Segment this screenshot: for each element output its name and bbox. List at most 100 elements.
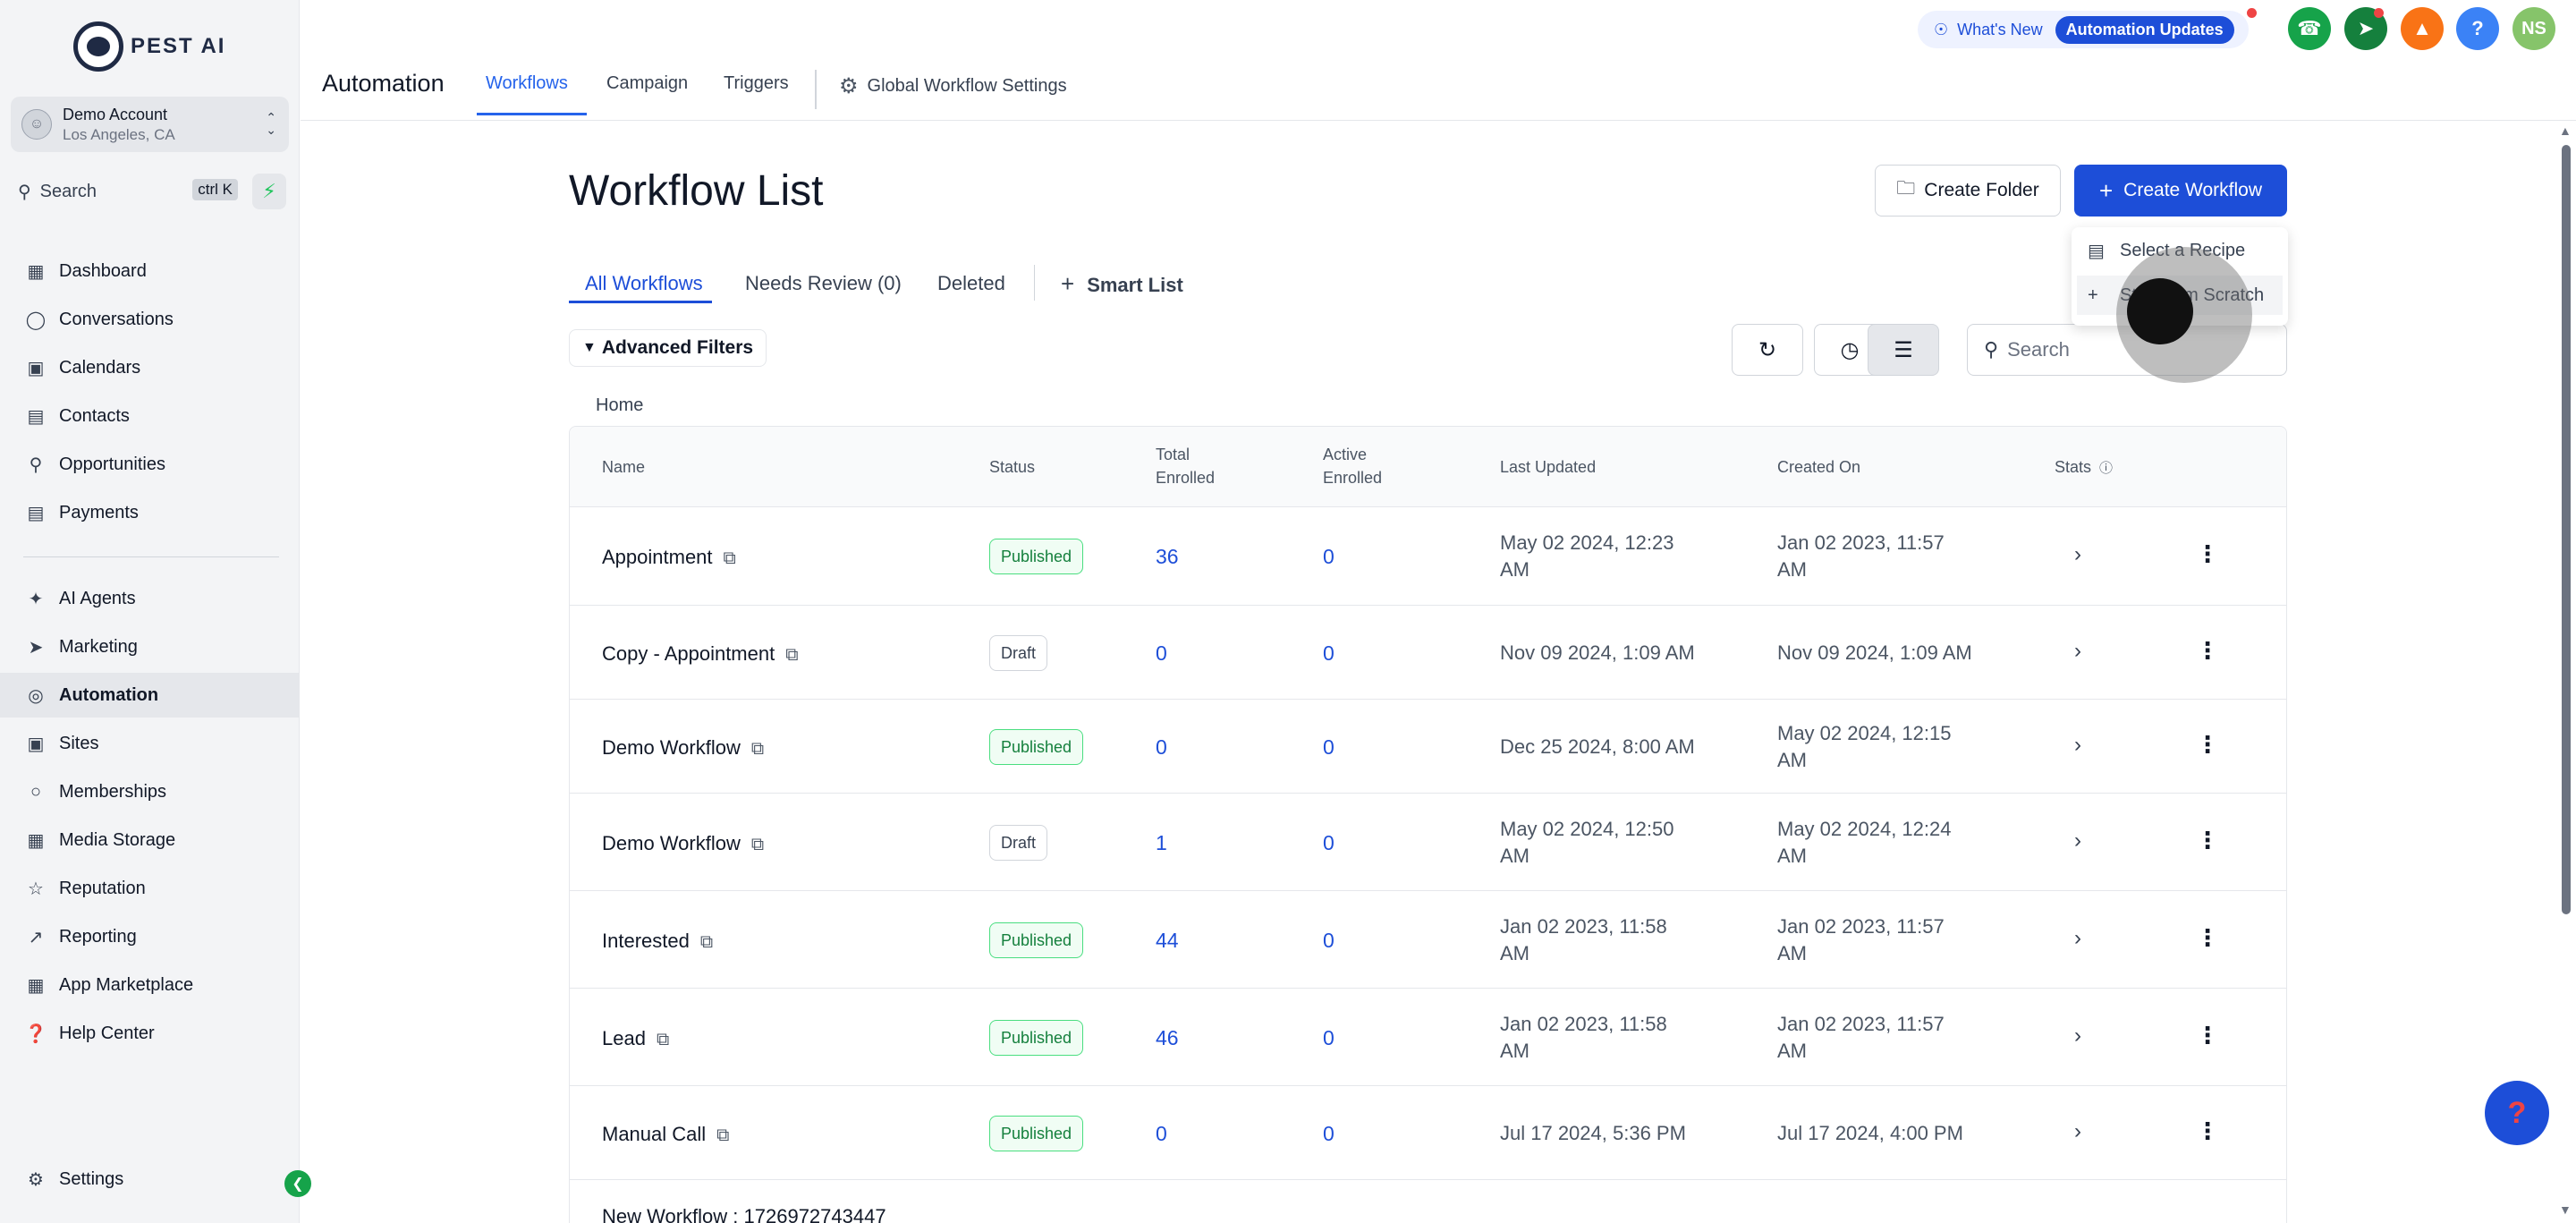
total-enrolled-value[interactable]: 46	[1156, 1024, 1179, 1051]
chevron-right-icon[interactable]: ›	[2074, 542, 2081, 567]
external-link-icon[interactable]: ⧉	[657, 1030, 669, 1049]
active-enrolled-value[interactable]: 0	[1323, 734, 1335, 760]
column-header-last-updated[interactable]: Last Updated	[1500, 455, 1596, 479]
external-link-icon[interactable]: ⧉	[716, 1125, 729, 1145]
sidebar-item-reputation[interactable]: ☆ Reputation	[0, 866, 300, 911]
more-options-icon[interactable]: ⋮	[2196, 731, 2219, 759]
table-row[interactable]: Demo Workflow ⧉ Draft 1 0 May 02 2024, 12:50 A…	[570, 794, 2286, 891]
tab-campaign[interactable]: Campaign	[606, 73, 688, 94]
whats-new-button[interactable]: ☉ What's New Automation Updates	[1918, 11, 2249, 48]
create-folder-button[interactable]: 🗀 Create Folder	[1875, 165, 2061, 217]
chevron-right-icon[interactable]: ›	[2074, 733, 2081, 758]
column-header-total-enrolled[interactable]: Total Enrolled	[1156, 443, 1236, 489]
workflow-name-link[interactable]: Lead ⧉	[602, 1025, 669, 1053]
subtab-deleted[interactable]: Deleted	[937, 272, 1005, 295]
sidebar-item-sites[interactable]: ▣ Sites	[0, 721, 300, 766]
table-row[interactable]: Manual Call ⧉ Published 0 0 Jul 17 2024, 5:36…	[570, 1086, 2286, 1180]
workflow-name-link[interactable]: Copy - Appointment ⧉	[602, 641, 799, 668]
active-enrolled-value[interactable]: 0	[1323, 927, 1335, 954]
sidebar-item-conversations[interactable]: ◯ Conversations	[0, 297, 300, 342]
help-icon[interactable]: ?	[2456, 7, 2499, 50]
global-workflow-settings[interactable]: ⚙ Global Workflow Settings	[839, 73, 1067, 99]
table-row[interactable]: Copy - Appointment ⧉ Draft 0 0 Nov 09 2024, 1…	[570, 606, 2286, 700]
more-options-icon[interactable]: ⋮	[2196, 827, 2219, 854]
sidebar-item-calendars[interactable]: ▣ Calendars	[0, 345, 300, 390]
create-workflow-button[interactable]: + Create Workflow	[2074, 165, 2287, 217]
sidebar-item-media-storage[interactable]: ▦ Media Storage	[0, 818, 300, 862]
sidebar-item-ai-agents[interactable]: ✦ AI Agents	[0, 576, 300, 621]
phone-icon[interactable]: ☎	[2288, 7, 2331, 50]
column-header-active-enrolled[interactable]: Active Enrolled	[1323, 443, 1403, 489]
quick-action-bolt-icon[interactable]: ⚡	[252, 174, 286, 209]
external-link-icon[interactable]: ⧉	[751, 739, 764, 759]
scroll-up-icon[interactable]: ▲	[2559, 123, 2572, 138]
sidebar-item-settings[interactable]: ⚙ Settings	[0, 1157, 300, 1202]
advanced-filters-button[interactable]: ▼ Advanced Filters	[569, 329, 767, 367]
sidebar-item-marketing[interactable]: ➤ Marketing	[0, 624, 300, 669]
workflow-name-link[interactable]: Manual Call ⧉	[602, 1121, 729, 1149]
total-enrolled-value[interactable]: 0	[1156, 640, 1167, 667]
table-row[interactable]: New Workflow : 1726972743447	[570, 1180, 2286, 1223]
sidebar-search[interactable]: ⚲ Search ctrl K	[11, 174, 243, 209]
sidebar-item-app-marketplace[interactable]: ▦ App Marketplace	[0, 963, 300, 1007]
sidebar-item-memberships[interactable]: ○ Memberships	[0, 769, 300, 814]
column-header-status[interactable]: Status	[989, 455, 1035, 479]
workflow-name-link[interactable]: Demo Workflow ⧉	[602, 735, 764, 762]
table-row[interactable]: Interested ⧉ Published 44 0 Jan 02 2023, 11:5…	[570, 891, 2286, 989]
user-avatar[interactable]: NS	[2512, 7, 2555, 50]
external-link-icon[interactable]: ⧉	[700, 932, 713, 952]
sidebar-item-reporting[interactable]: ↗ Reporting	[0, 914, 300, 959]
total-enrolled-value[interactable]: 0	[1156, 1120, 1167, 1147]
sidebar-item-payments[interactable]: ▤ Payments	[0, 490, 300, 535]
total-enrolled-value[interactable]: 1	[1156, 829, 1167, 856]
active-enrolled-value[interactable]: 0	[1323, 640, 1335, 667]
active-enrolled-value[interactable]: 0	[1323, 1120, 1335, 1147]
account-switcher[interactable]: ☺ Demo Account Los Angeles, CA ⌃ ⌄	[11, 97, 289, 152]
breadcrumb[interactable]: Home	[596, 395, 643, 416]
active-enrolled-value[interactable]: 0	[1323, 829, 1335, 856]
chevron-right-icon[interactable]: ›	[2074, 828, 2081, 854]
total-enrolled-value[interactable]: 44	[1156, 927, 1179, 954]
chevron-right-icon[interactable]: ›	[2074, 1023, 2081, 1049]
column-header-created-on[interactable]: Created On	[1777, 455, 1860, 479]
external-link-icon[interactable]: ⧉	[785, 645, 798, 665]
chevron-right-icon[interactable]: ›	[2074, 1119, 2081, 1144]
subtab-all-workflows[interactable]: All Workflows	[585, 272, 703, 295]
total-enrolled-value[interactable]: 0	[1156, 734, 1167, 760]
tab-triggers[interactable]: Triggers	[724, 73, 789, 94]
history-icon[interactable]: ↻	[1732, 324, 1803, 376]
active-enrolled-value[interactable]: 0	[1323, 1024, 1335, 1051]
sidebar-item-automation[interactable]: ◎ Automation	[0, 673, 300, 718]
sidebar-item-dashboard[interactable]: ▦ Dashboard	[0, 249, 300, 293]
table-row[interactable]: Demo Workflow ⧉ Published 0 0 Dec 25 2024, 8:…	[570, 700, 2286, 794]
subtab-needs-review[interactable]: Needs Review (0)	[745, 272, 902, 295]
external-link-icon[interactable]: ⧉	[751, 835, 764, 854]
help-fab-icon[interactable]: ?	[2485, 1081, 2549, 1145]
more-options-icon[interactable]: ⋮	[2196, 924, 2219, 952]
active-enrolled-value[interactable]: 0	[1323, 543, 1335, 570]
chevron-right-icon[interactable]: ›	[2074, 639, 2081, 664]
total-enrolled-value[interactable]: 36	[1156, 543, 1179, 570]
bell-icon[interactable]: ▲	[2401, 7, 2444, 50]
more-options-icon[interactable]: ⋮	[2196, 1117, 2219, 1145]
more-options-icon[interactable]: ⋮	[2196, 540, 2219, 568]
list-view-icon[interactable]: ☰	[1868, 324, 1939, 376]
sidebar-item-contacts[interactable]: ▤ Contacts	[0, 394, 300, 438]
column-header-stats[interactable]: Stats ⓘ	[2055, 455, 2113, 480]
sidebar-item-help-center[interactable]: ❓ Help Center	[0, 1011, 300, 1056]
table-row[interactable]: Appointment ⧉ Published 36 0 May 02 2024, 12:…	[570, 507, 2286, 606]
smart-list-button[interactable]: + Smart List	[1061, 270, 1183, 298]
workflow-name-link[interactable]: New Workflow : 1726972743447	[602, 1203, 886, 1223]
external-link-icon[interactable]: ⧉	[724, 548, 736, 568]
workflow-name-link[interactable]: Demo Workflow ⧉	[602, 830, 764, 858]
scroll-down-icon[interactable]: ▼	[2559, 1202, 2572, 1217]
chevron-right-icon[interactable]: ›	[2074, 926, 2081, 951]
sidebar-item-opportunities[interactable]: ⚲ Opportunities	[0, 442, 300, 487]
workflow-name-link[interactable]: Interested ⧉	[602, 928, 713, 955]
logo[interactable]: PEST AI	[73, 21, 225, 72]
scrollbar-thumb[interactable]	[2562, 145, 2571, 914]
more-options-icon[interactable]: ⋮	[2196, 1022, 2219, 1049]
workflow-name-link[interactable]: Appointment ⧉	[602, 544, 736, 572]
more-options-icon[interactable]: ⋮	[2196, 637, 2219, 665]
column-header-name[interactable]: Name	[602, 455, 645, 479]
